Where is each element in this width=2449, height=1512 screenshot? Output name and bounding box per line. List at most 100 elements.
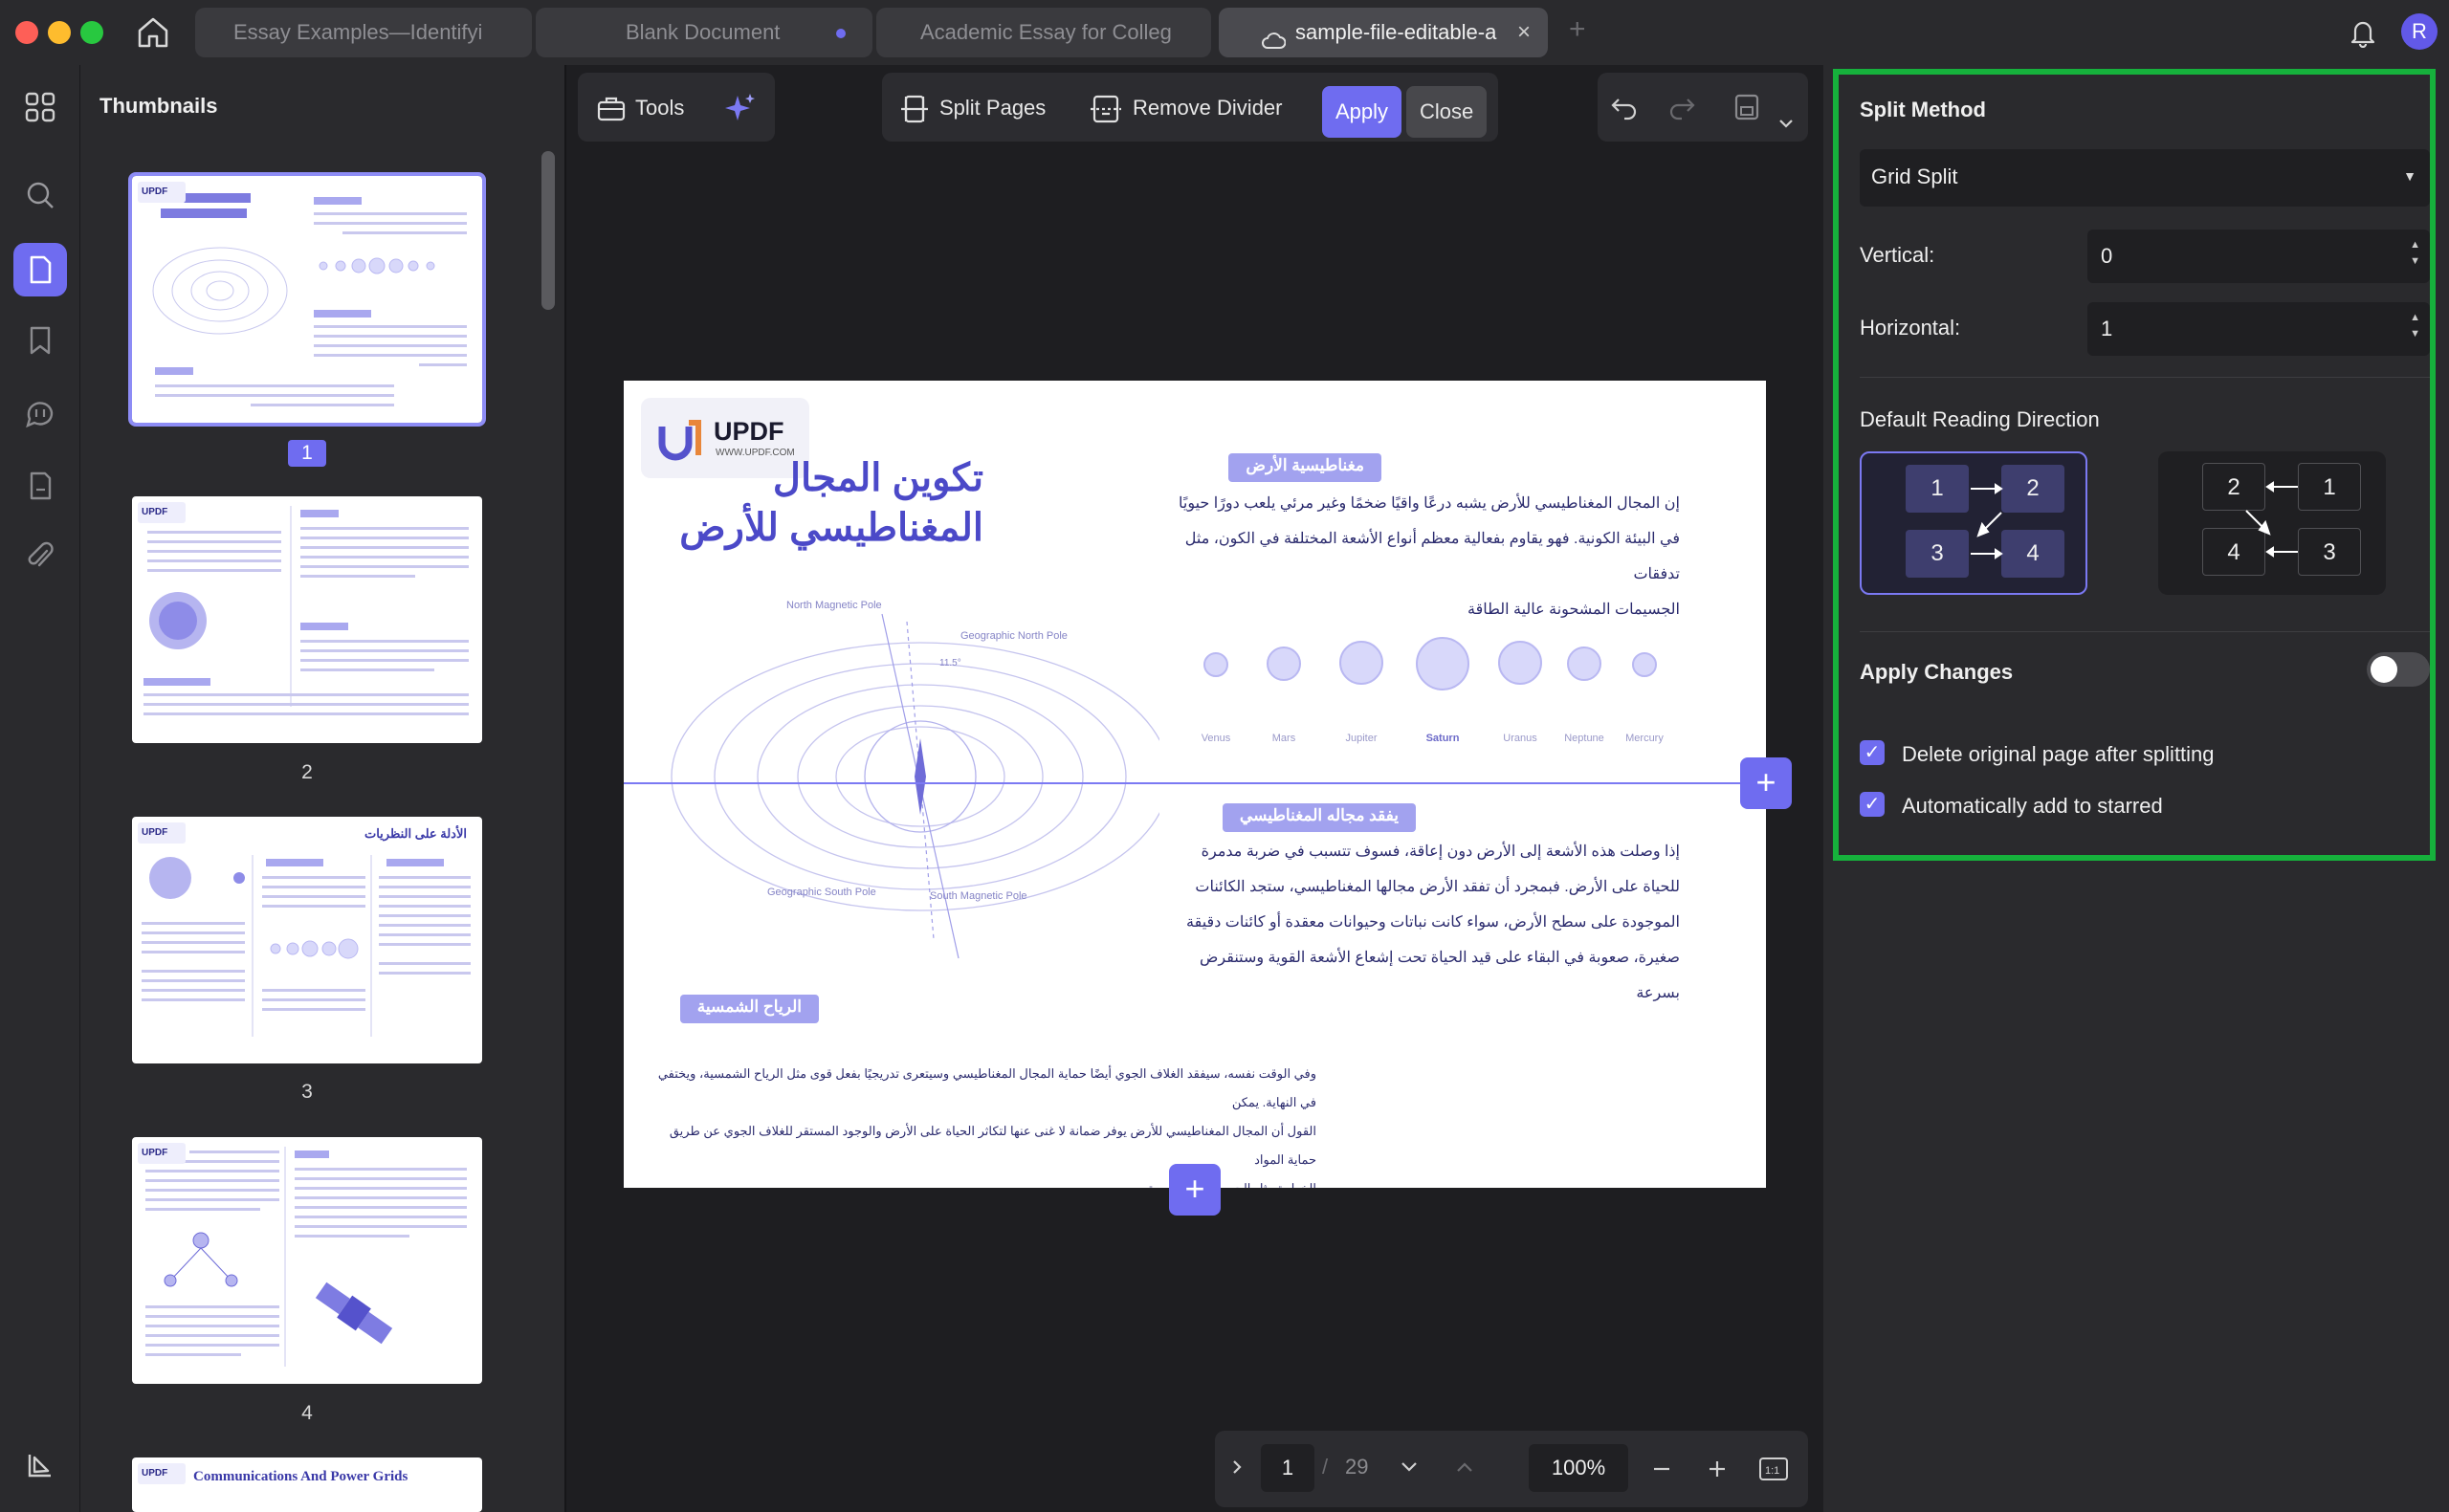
new-tab-icon[interactable]: + [1569, 13, 1586, 46]
previous-page-icon[interactable] [1454, 1459, 1475, 1479]
toggle-knob [2371, 656, 2397, 683]
horizontal-stepper[interactable]: 1 ▲ ▼ [2087, 302, 2430, 356]
grid-apps-icon[interactable] [21, 88, 59, 126]
thumbnail-page-number: 3 [301, 1081, 313, 1103]
angle-label: 11.5° [939, 658, 961, 668]
actual-size-icon[interactable]: 1:1 [1758, 1456, 1789, 1487]
minimize-window-button[interactable] [48, 21, 71, 44]
add-vertical-divider-button[interactable]: + [1169, 1164, 1221, 1216]
divider [1860, 631, 2430, 632]
thumbnail-page-3[interactable]: UPDF الأدلة على النظريات [132, 817, 482, 1063]
toolbox-icon [597, 98, 626, 121]
ai-assistant-icon[interactable] [723, 92, 758, 140]
zoom-in-icon[interactable] [1707, 1459, 1728, 1483]
thumbnail-logo: UPDF [138, 822, 186, 844]
title-bar: Essay Examples—Identifyi Blank Document … [0, 0, 2449, 65]
split-method-select[interactable]: Grid Split ▼ [1860, 149, 2430, 207]
thumbnail-page-5[interactable]: UPDF Communications And Power Grids [132, 1457, 482, 1512]
history-toolbar [1598, 73, 1808, 142]
undo-icon[interactable] [1609, 92, 1640, 140]
thumbnail-page-4-preview [145, 1147, 467, 1367]
auto-star-checkbox[interactable]: ✓ [1860, 792, 1885, 817]
page-thumbnails-icon[interactable] [13, 243, 67, 296]
close-tab-icon[interactable]: × [1517, 8, 1531, 57]
document-title: تكوين المجال المغناطيسي للأرض [624, 453, 983, 553]
split-toolbar: Split Pages Remove Divider Apply Close [882, 73, 1498, 142]
section-tag: مغناطيسية الأرض [1228, 453, 1381, 482]
planet-label: Venus [1201, 733, 1231, 744]
thumbnail-heading: Communications And Power Grids [193, 1469, 408, 1484]
tab-essay-examples[interactable]: Essay Examples—Identifyi [195, 8, 532, 57]
tab-blank-document[interactable]: Blank Document [536, 8, 872, 57]
thumbnail-page-2-preview [143, 506, 469, 715]
chevron-right-icon[interactable] [1228, 1457, 1246, 1481]
tools-button[interactable]: Tools [595, 84, 684, 132]
planet-label: Jupiter [1345, 733, 1378, 744]
thumbnail-page-2[interactable]: UPDF [132, 496, 482, 743]
comment-icon[interactable] [21, 394, 59, 432]
redo-icon[interactable] [1666, 92, 1697, 140]
thumbnails-scrollbar[interactable] [541, 151, 555, 310]
planet-label: Saturn [1425, 733, 1460, 744]
search-icon[interactable] [21, 176, 59, 214]
remove-divider-button[interactable]: Remove Divider [1089, 84, 1283, 132]
zoom-window-button[interactable] [80, 21, 103, 44]
remove-divider-icon [1091, 96, 1121, 123]
thumbnail-page-3-preview [142, 855, 471, 1037]
chevron-down-icon[interactable] [1777, 99, 1795, 147]
thumbnail-logo: UPDF [138, 1463, 186, 1484]
paragraph-line: بسرعة [1636, 985, 1680, 1001]
tab-label: Blank Document [626, 20, 781, 44]
save-icon[interactable] [1732, 92, 1762, 140]
geographic-south-pole-label: Geographic South Pole [767, 887, 876, 898]
tab-academic-essay[interactable]: Academic Essay for Colleg [876, 8, 1211, 57]
split-method-value: Grid Split [1871, 164, 1958, 188]
home-icon[interactable] [134, 15, 172, 50]
thumbnail-page-number: 4 [301, 1402, 313, 1424]
attachment-page-icon[interactable] [21, 467, 59, 505]
zoom-level[interactable]: 100% [1529, 1444, 1628, 1492]
current-page-input[interactable]: 1 [1261, 1444, 1314, 1492]
thumbnail-page-1[interactable]: UPDF [128, 172, 486, 427]
magnetic-field-diagram: North Magnetic Pole Geographic North Pol… [671, 600, 1159, 959]
planet-jupiter [1339, 641, 1383, 685]
thumbnail-page-4[interactable]: UPDF [132, 1137, 482, 1384]
dropdown-caret-icon: ▼ [2403, 168, 2416, 184]
bookmark-icon[interactable] [21, 321, 59, 360]
sidebar-toggle-icon[interactable] [21, 1446, 59, 1484]
planet-label: Mercury [1625, 733, 1664, 744]
north-magnetic-pole-label: North Magnetic Pole [786, 600, 882, 611]
vertical-stepper[interactable]: 0 ▲ ▼ [2087, 230, 2430, 283]
stepper-arrows-icon[interactable]: ▲ ▼ [2410, 237, 2420, 270]
apply-changes-toggle[interactable] [2367, 652, 2430, 687]
zoom-out-icon[interactable] [1651, 1459, 1672, 1483]
bell-icon[interactable] [2348, 17, 2378, 53]
tab-sample-file[interactable]: sample-file-editable-a × [1219, 8, 1548, 57]
total-pages: 29 [1345, 1455, 1369, 1479]
paragraph-field-loss: إذا وصلت هذه الأشعة إلى الأرض دون إعاقة،… [1144, 834, 1680, 1011]
close-button[interactable]: Close [1406, 86, 1488, 138]
document-page[interactable]: UPDF WWW.UPDF.COM تكوين المجال المغناطيس… [624, 381, 1766, 1188]
thumbnail-page-number: 1 [288, 440, 326, 467]
apply-button[interactable]: Apply [1322, 86, 1402, 138]
add-horizontal-divider-button[interactable]: + [1740, 757, 1792, 809]
left-rail [0, 65, 80, 1512]
section-tag: الرياح الشمسية [679, 995, 819, 1023]
split-divider-line[interactable] [624, 782, 1766, 784]
divider [1860, 377, 2430, 378]
reading-direction-rtl-option[interactable]: 2 1 4 3 [2158, 451, 2386, 595]
thumbnails-title: Thumbnails [99, 94, 218, 118]
close-window-button[interactable] [15, 21, 38, 44]
vertical-label: Vertical: [1860, 243, 1935, 267]
stepper-arrows-icon[interactable]: ▲ ▼ [2410, 310, 2420, 342]
next-page-icon[interactable] [1399, 1459, 1420, 1479]
split-pages-button[interactable]: Split Pages [899, 84, 1046, 132]
planet-neptune [1567, 646, 1601, 681]
remove-divider-label: Remove Divider [1133, 96, 1283, 120]
reading-direction-ltr-option[interactable]: 1 2 3 4 [1860, 451, 2087, 595]
paragraph-line: إذا وصلت هذه الأشعة إلى الأرض دون إعاقة،… [1201, 844, 1680, 860]
paperclip-icon[interactable] [21, 537, 59, 576]
delete-original-checkbox[interactable]: ✓ [1860, 740, 1885, 765]
rtl-arrows-icon [2245, 481, 2298, 558]
avatar[interactable]: R [2401, 13, 2438, 50]
